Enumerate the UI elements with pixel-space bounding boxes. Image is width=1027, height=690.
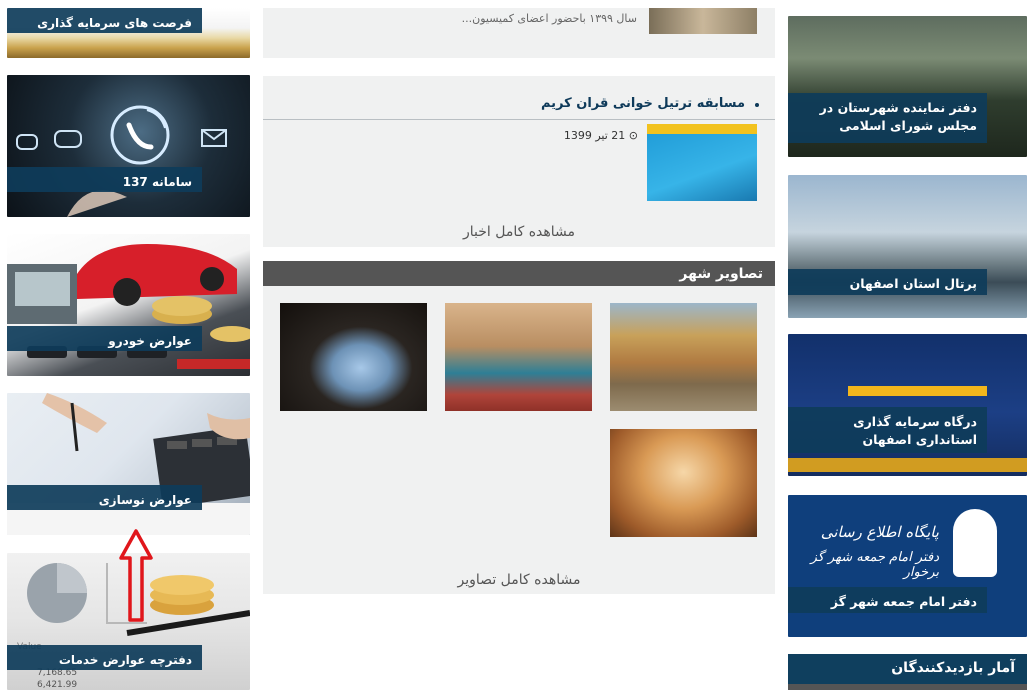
gallery-panel: مشاهده کامل تصاویر [263,286,775,594]
prev-news-thumbnail[interactable] [649,8,757,34]
investment-portal-tile[interactable]: درگاه سرمایه گذاری استانداری اصفهان [788,334,1027,476]
gallery-more-link[interactable]: مشاهده کامل تصاویر [263,572,775,588]
visitor-stats-title: آمار بازدیدکنندگان [891,660,1015,676]
city-image-courtyard-pool[interactable] [445,303,592,411]
renovation-fees-label: عوارض نوسازی [7,485,202,510]
investment-opportunities-label: فرصت های سرمایه گذاری [7,8,202,33]
annotation-arrow-icon [119,529,153,622]
friday-imam-label: دفتر امام جمعه شهر گز [788,587,987,613]
isfahan-mosque-image [788,175,1027,318]
visitor-stats-header: آمار بازدیدکنندگان [788,654,1027,690]
investment-opportunities-tile[interactable]: فرصت های سرمایه گذاری [7,8,250,58]
service-fees-booklet-label: دفترچه عوارض خدمات [7,645,202,670]
car-fees-label: عوارض خودرو [7,326,202,351]
portal-gold-bar [848,386,987,396]
news-item-title[interactable]: مسابقه ترتیل خوانی قران کریم [541,96,745,111]
car-illustration [7,244,250,369]
gallery-title: تصاویر شهر [679,266,763,282]
news-more-link[interactable]: مشاهده کامل اخبار [263,224,775,240]
isfahan-portal-tile[interactable]: پرتال استان اصفهان [788,175,1027,318]
friday-imam-logo-icon [953,509,997,577]
clock-icon: ⊙ [628,129,638,142]
portal-bottom-bar [788,458,1027,472]
parliament-office-label: دفتر نماینده شهرستان در مجلس شورای اسلام… [788,93,987,143]
news-date-text: 21 تیر 1399 [563,129,626,142]
investment-portal-image [788,334,1027,476]
news-list-panel: مسابقه ترتیل خوانی قران کریم ⊙ 21 تیر 13… [263,76,775,247]
contact-icons [16,105,227,217]
friday-imam-tile[interactable]: پایگاه اطلاع رسانی دفتر امام جمعه شهر گز… [788,495,1027,637]
friday-imam-banner-line1: پایگاه اطلاع رسانی [820,523,939,541]
news-thumbnail-header [647,124,757,134]
city-image-arched-hall[interactable] [610,429,757,537]
system-137-tile[interactable]: سامانه 137 [7,75,250,217]
calculator-illustration [7,393,250,535]
city-image-garden-building[interactable] [610,303,757,411]
renovation-fees-tile[interactable]: عوارض نوسازی [7,393,250,535]
parliament-office-tile[interactable]: دفتر نماینده شهرستان در مجلس شورای اسلام… [788,16,1027,157]
news-bullet-icon [755,103,759,107]
friday-imam-banner-line2: دفتر امام جمعه شهر گز برخوار [810,550,939,580]
news-panel: سال ۱۳۹۹ باحضور اعضای کمیسیون... [263,8,775,58]
news-thumbnail[interactable] [647,124,757,201]
investment-portal-label: درگاه سرمایه گذاری استانداری اصفهان [788,407,987,453]
system-137-label: سامانه 137 [7,167,202,192]
news-divider [263,119,775,120]
gallery-header: تصاویر شهر [263,261,775,286]
prev-news-snippet[interactable]: سال ۱۳۹۹ باحضور اعضای کمیسیون... [462,12,637,25]
city-image-dark-arch[interactable] [280,303,427,411]
car-fees-tile[interactable]: عوارض خودرو [7,234,250,376]
svg-text:6,421.99: 6,421.99 [37,680,77,690]
visitor-stats-underline [788,684,1027,690]
isfahan-portal-label: پرتال استان اصفهان [788,269,987,295]
news-item-date: ⊙ 21 تیر 1399 [564,129,638,142]
